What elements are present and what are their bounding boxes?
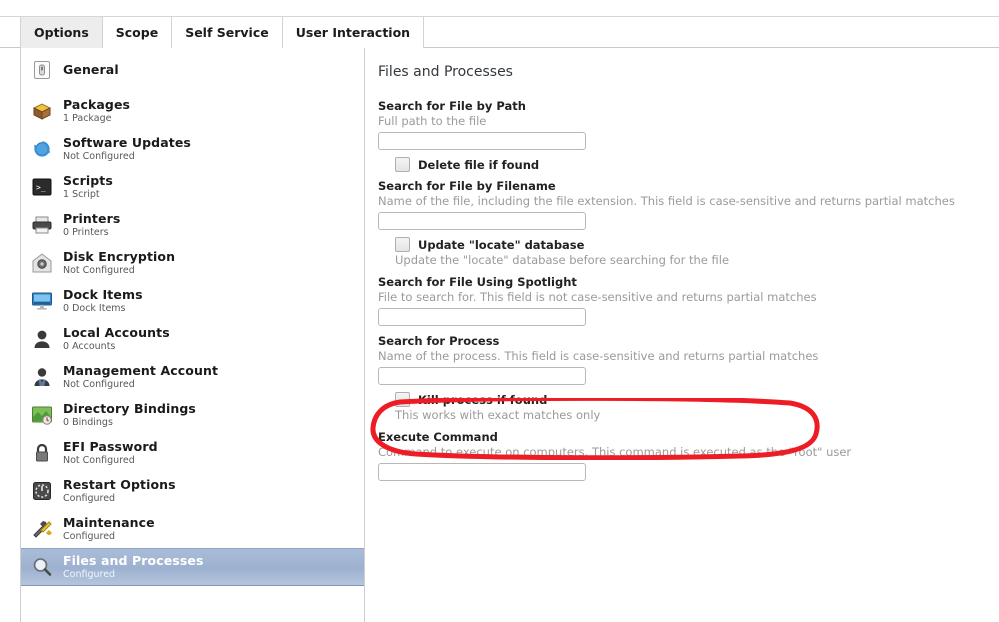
sidebar-item-general-text: General (63, 62, 119, 78)
package-icon (29, 98, 55, 124)
kill-process-if-found-checkbox[interactable] (395, 392, 410, 407)
field-search-file-by-filename: Search for File by Filename Name of the … (378, 178, 999, 268)
update-locate-database-checkbox[interactable] (395, 237, 410, 252)
general-icon (29, 57, 55, 83)
sidebar-item-software-updates[interactable]: Software Updates Not Configured (21, 130, 364, 168)
search-file-by-filename-label: Search for File by Filename (378, 179, 556, 193)
script-terminal-icon: >_ (29, 174, 55, 200)
sidebar-item-restart-options[interactable]: Restart Options Configured (21, 472, 364, 510)
sidebar-item-disk-encryption[interactable]: Disk Encryption Not Configured (21, 244, 364, 282)
search-file-by-path-help: Full path to the file (378, 114, 487, 128)
sidebar-item-maintenance[interactable]: Maintenance Configured (21, 510, 364, 548)
sidebar-item-directory-bindings[interactable]: Directory Bindings 0 Bindings (21, 396, 364, 434)
sidebar-item-efi-password-text: EFI Password Not Configured (63, 439, 158, 466)
update-locate-database-row[interactable]: Update "locate" database (395, 237, 999, 252)
lock-icon (29, 440, 55, 466)
kill-process-if-found-label: Kill process if found (418, 392, 548, 407)
search-file-by-filename-input[interactable] (378, 212, 586, 230)
delete-file-if-found-checkbox[interactable] (395, 157, 410, 172)
search-for-process-help: Name of the process. This field is case-… (378, 349, 819, 363)
sidebar-item-files-and-processes[interactable]: Files and Processes Configured (21, 548, 364, 586)
sidebar-item-software-updates-text: Software Updates Not Configured (63, 135, 191, 162)
sidebar-item-printers-text: Printers 0 Printers (63, 211, 121, 238)
printer-icon (29, 212, 55, 238)
field-search-file-using-spotlight: Search for File Using Spotlight File to … (378, 274, 999, 326)
tab-self-service[interactable]: Self Service (172, 17, 283, 48)
search-file-using-spotlight-input[interactable] (378, 308, 586, 326)
sidebar-item-packages-text: Packages 1 Package (63, 97, 131, 124)
magnifier-icon (29, 554, 55, 580)
sidebar-item-files-and-processes-text: Files and Processes Configured (63, 553, 204, 580)
execute-command-input[interactable] (378, 463, 586, 481)
search-file-by-path-label: Search for File by Path (378, 99, 526, 113)
search-for-process-input[interactable] (378, 367, 586, 385)
tab-bar: Options Scope Self Service User Interact… (0, 16, 999, 48)
disk-encryption-icon (29, 250, 55, 276)
page-title: Files and Processes (378, 64, 513, 80)
search-file-using-spotlight-help: File to search for. This field is not ca… (378, 290, 817, 304)
sidebar-item-dock-items-text: Dock Items 0 Dock Items (63, 287, 143, 314)
tab-scope[interactable]: Scope (102, 17, 173, 48)
manager-user-icon (29, 364, 55, 390)
sidebar-item-directory-bindings-text: Directory Bindings 0 Bindings (63, 401, 196, 428)
maintenance-tools-icon (29, 516, 55, 542)
search-file-using-spotlight-label: Search for File Using Spotlight (378, 275, 577, 289)
dock-items-icon (29, 288, 55, 314)
sidebar-item-local-accounts[interactable]: Local Accounts 0 Accounts (21, 320, 364, 358)
sidebar-item-management-account[interactable]: Management Account Not Configured (21, 358, 364, 396)
directory-bindings-icon (29, 402, 55, 428)
sidebar-item-efi-password[interactable]: EFI Password Not Configured (21, 434, 364, 472)
field-execute-command: Execute Command Command to execute on co… (378, 429, 999, 481)
search-file-by-path-input[interactable] (378, 132, 586, 150)
delete-file-if-found-row[interactable]: Delete file if found (395, 157, 999, 172)
sidebar-item-restart-options-text: Restart Options Configured (63, 477, 176, 504)
sidebar-item-scripts[interactable]: >_ Scripts 1 Script (21, 168, 364, 206)
sidebar-item-maintenance-text: Maintenance Configured (63, 515, 155, 542)
execute-command-label: Execute Command (378, 430, 498, 444)
app-window: Options Scope Self Service User Interact… (0, 0, 999, 622)
tab-self-service-label: Self Service (185, 25, 269, 40)
user-icon (29, 326, 55, 352)
kill-process-if-found-help: This works with exact matches only (395, 408, 601, 422)
tab-user-interaction[interactable]: User Interaction (282, 17, 425, 48)
software-updates-icon (29, 136, 55, 162)
kill-process-if-found-row[interactable]: Kill process if found (395, 392, 999, 407)
sidebar-item-printers[interactable]: Printers 0 Printers (21, 206, 364, 244)
sidebar-item-scripts-text: Scripts 1 Script (63, 173, 113, 200)
tab-options-label: Options (34, 25, 89, 40)
sidebar-item-general[interactable]: General (21, 48, 364, 92)
payload-sidebar: General Packages 1 Package Software Upda… (20, 48, 365, 622)
tab-user-interaction-label: User Interaction (295, 25, 411, 40)
search-for-process-label: Search for Process (378, 334, 500, 348)
field-search-for-process: Search for Process Name of the process. … (378, 333, 999, 423)
svg-text:>_: >_ (36, 183, 46, 192)
update-locate-database-label: Update "locate" database (418, 237, 585, 252)
content-panel: Files and Processes Search for File by P… (366, 48, 999, 622)
sidebar-item-packages[interactable]: Packages 1 Package (21, 92, 364, 130)
sidebar-item-management-account-text: Management Account Not Configured (63, 363, 219, 390)
sidebar-item-local-accounts-text: Local Accounts 0 Accounts (63, 325, 170, 352)
restart-options-icon (29, 478, 55, 504)
update-locate-database-help: Update the "locate" database before sear… (395, 253, 730, 267)
delete-file-if-found-label: Delete file if found (418, 157, 540, 172)
sidebar-item-disk-encryption-text: Disk Encryption Not Configured (63, 249, 176, 276)
search-file-by-filename-help: Name of the file, including the file ext… (378, 194, 955, 208)
execute-command-help: Command to execute on computers. This co… (378, 445, 852, 459)
tab-scope-label: Scope (115, 25, 159, 40)
sidebar-item-dock-items[interactable]: Dock Items 0 Dock Items (21, 282, 364, 320)
tab-options[interactable]: Options (20, 17, 103, 48)
field-search-file-by-path: Search for File by Path Full path to the… (378, 98, 999, 172)
